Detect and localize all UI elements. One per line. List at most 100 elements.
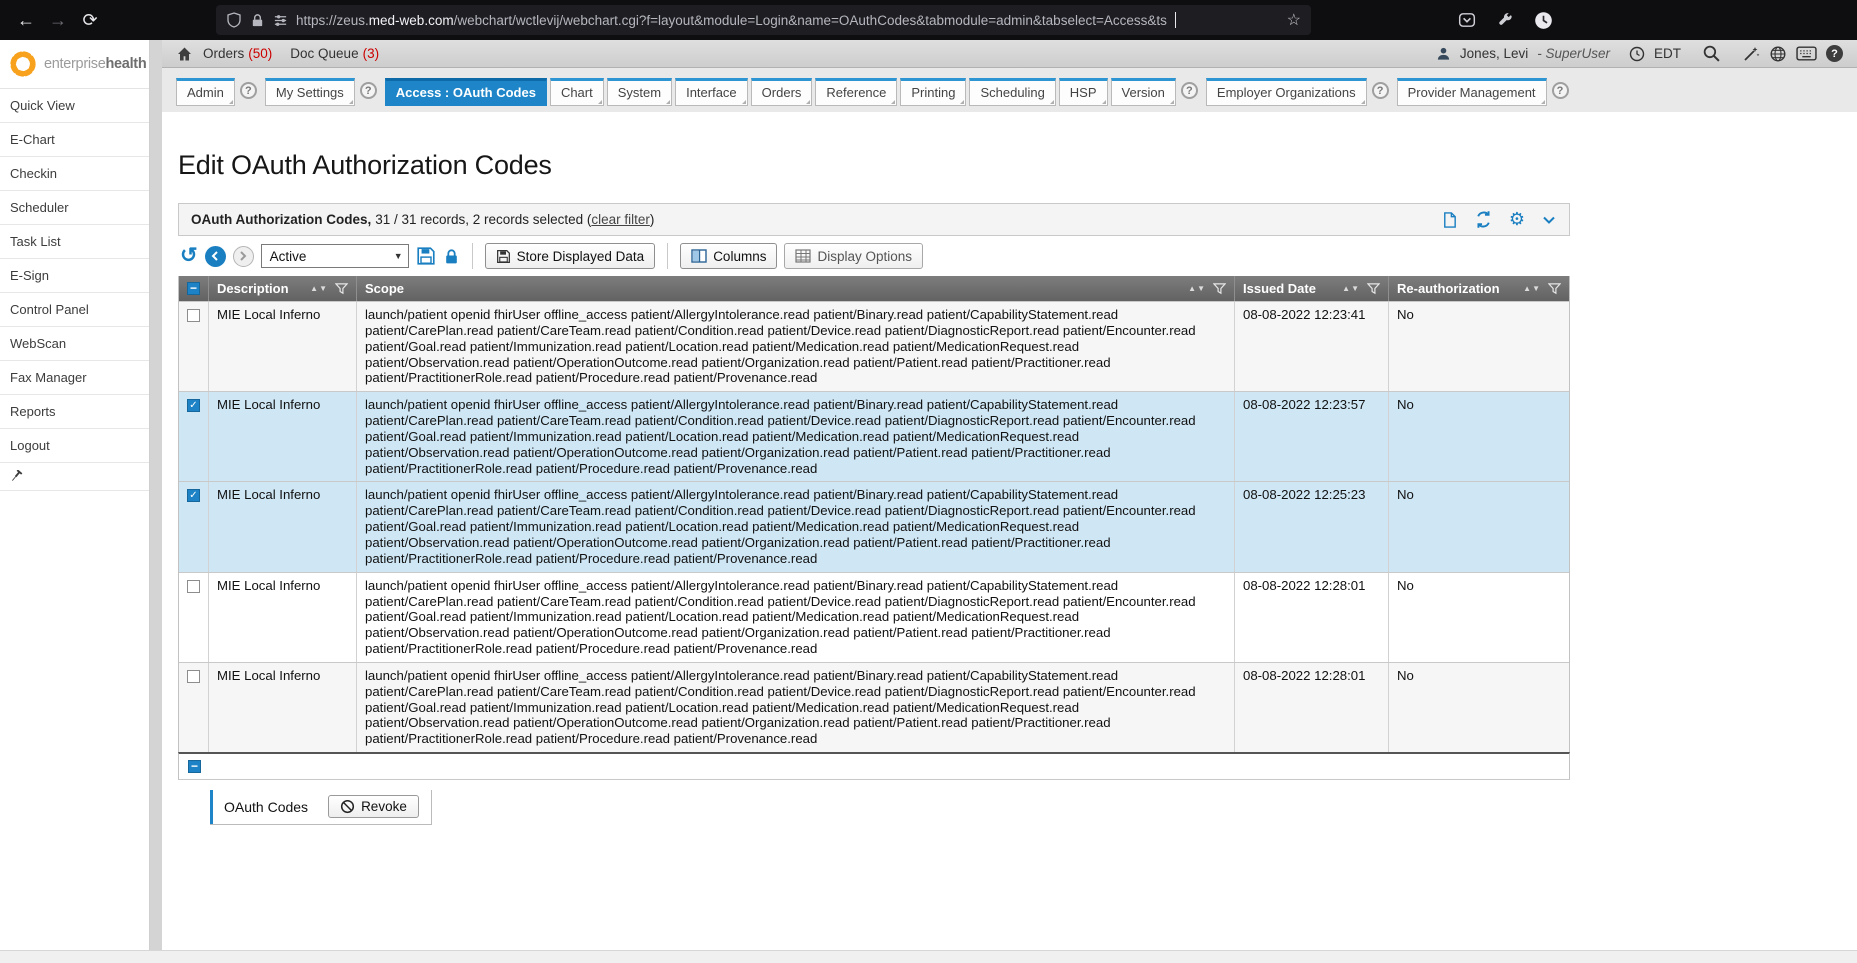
sort-arrows-icon[interactable]: ▲▼ [1188, 284, 1206, 293]
table-row[interactable]: MIE Local Inferno launch/patient openid … [179, 662, 1569, 752]
tab-my-settings[interactable]: My Settings [265, 78, 355, 106]
tab-version[interactable]: Version [1111, 78, 1176, 106]
horizontal-scrollbar[interactable] [0, 950, 1857, 963]
status-filter-select[interactable]: Active ▼ [261, 244, 409, 268]
new-record-icon[interactable] [1441, 211, 1458, 229]
display-options-button[interactable]: Display Options [784, 243, 923, 269]
row-checkbox[interactable] [187, 670, 200, 683]
previous-page-button[interactable] [205, 246, 226, 267]
wand-icon[interactable] [1742, 45, 1760, 63]
table-row[interactable]: MIE Local Inferno launch/patient openid … [179, 301, 1569, 391]
sidebar-item-logout[interactable]: Logout [0, 429, 149, 463]
row-checkbox[interactable]: ✓ [187, 489, 200, 502]
column-header-scope[interactable]: Scope ▲▼ [357, 276, 1235, 301]
filter-funnel-icon[interactable] [1548, 282, 1561, 295]
globe-icon[interactable] [1769, 45, 1787, 63]
tab-interface[interactable]: Interface [675, 78, 748, 106]
column-header-issued-date[interactable]: Issued Date ▲▼ [1235, 276, 1389, 301]
tab-provider-management[interactable]: Provider Management [1397, 78, 1547, 106]
doc-queue-link[interactable]: Doc Queue (3) [290, 46, 379, 61]
doc-queue-label: Doc Queue [290, 46, 358, 61]
table-row[interactable]: ✓ MIE Local Inferno launch/patient openi… [179, 481, 1569, 571]
next-page-button[interactable] [233, 246, 254, 267]
undo-icon[interactable]: ↺ [180, 246, 198, 266]
filter-funnel-icon[interactable] [1213, 282, 1226, 295]
collapse-chevron-icon[interactable] [1541, 212, 1557, 228]
footer-tab-panel: OAuth Codes Revoke [210, 790, 432, 825]
sidebar-item-e-chart[interactable]: E-Chart [0, 123, 149, 157]
row-checkbox[interactable] [187, 309, 200, 322]
history-clock-icon[interactable] [1533, 10, 1553, 30]
scope-cell: launch/patient openid fhirUser offline_a… [357, 302, 1235, 391]
column-header-description[interactable]: Description ▲▼ [209, 276, 357, 301]
row-checkbox[interactable] [187, 580, 200, 593]
table-row[interactable]: MIE Local Inferno launch/patient openid … [179, 572, 1569, 662]
pin-sidebar-button[interactable] [0, 463, 149, 491]
tab-employer-organizations-help-icon[interactable]: ? [1372, 82, 1389, 99]
tab-reference[interactable]: Reference [815, 78, 897, 106]
sort-arrows-icon[interactable]: ▲▼ [1342, 284, 1360, 293]
tab-system[interactable]: System [607, 78, 672, 106]
browser-chrome: ← → ⟳ https://zeus.med-web.com/webchart/… [0, 0, 1857, 40]
table-row[interactable]: ✓ MIE Local Inferno launch/patient openi… [179, 391, 1569, 481]
revoke-button[interactable]: Revoke [328, 795, 419, 818]
clock-icon[interactable] [1629, 46, 1645, 62]
footer-tab-oauth-codes[interactable]: OAuth Codes [210, 790, 322, 824]
sidebar-item-checkin[interactable]: Checkin [0, 157, 149, 191]
sort-arrows-icon[interactable]: ▲▼ [1523, 284, 1541, 293]
bookmark-star-icon[interactable]: ☆ [1287, 10, 1301, 30]
tab-my-settings-help-icon[interactable]: ? [360, 82, 377, 99]
columns-button[interactable]: Columns [680, 243, 777, 269]
grid-summary-bar: OAuth Authorization Codes, 31 / 31 recor… [178, 203, 1570, 236]
clear-filter-link[interactable]: clear filter [591, 212, 650, 227]
save-filter-icon[interactable] [416, 246, 436, 266]
keyboard-icon[interactable] [1796, 46, 1817, 61]
column-header-re-authorization[interactable]: Re-authorization ▲▼ [1389, 276, 1569, 301]
scope-cell: launch/patient openid fhirUser offline_a… [357, 482, 1235, 571]
description-cell: MIE Local Inferno [209, 302, 357, 391]
tab-scheduling[interactable]: Scheduling [969, 78, 1055, 106]
sidebar-item-e-sign[interactable]: E-Sign [0, 259, 149, 293]
select-all-checkbox[interactable]: − [187, 282, 200, 295]
sidebar-item-reports[interactable]: Reports [0, 395, 149, 429]
columns-icon [691, 249, 707, 263]
user-name[interactable]: Jones, Levi [1460, 46, 1528, 61]
row-checkbox[interactable]: ✓ [187, 399, 200, 412]
browser-forward-button[interactable]: → [42, 5, 74, 35]
sidebar-item-scheduler[interactable]: Scheduler [0, 191, 149, 225]
sidebar-item-task-list[interactable]: Task List [0, 225, 149, 259]
tab-chart[interactable]: Chart [550, 78, 604, 106]
filter-funnel-icon[interactable] [335, 282, 348, 295]
browser-back-button[interactable]: ← [10, 5, 42, 35]
pocket-save-icon[interactable] [1457, 10, 1477, 30]
refresh-icon[interactable] [1474, 210, 1493, 229]
sidebar-item-webscan[interactable]: WebScan [0, 327, 149, 361]
tab-hsp[interactable]: HSP [1059, 78, 1108, 106]
sidebar-item-control-panel[interactable]: Control Panel [0, 293, 149, 327]
sidebar-item-quick-view[interactable]: Quick View [0, 89, 149, 123]
tab-provider-management-help-icon[interactable]: ? [1552, 82, 1569, 99]
filter-funnel-icon[interactable] [1367, 282, 1380, 295]
search-icon[interactable] [1702, 44, 1721, 63]
tab-version-help-icon[interactable]: ? [1181, 82, 1198, 99]
store-displayed-data-button[interactable]: Store Displayed Data [485, 243, 656, 269]
tab-printing[interactable]: Printing [900, 78, 966, 106]
wrench-icon[interactable] [1495, 10, 1515, 30]
sort-arrows-icon[interactable]: ▲▼ [310, 284, 328, 293]
orders-link[interactable]: Orders (50) [203, 46, 272, 61]
select-all-checkbox-bottom[interactable]: − [188, 760, 201, 773]
tab-admin-help-icon[interactable]: ? [240, 82, 257, 99]
gear-icon[interactable]: ⚙ [1509, 209, 1525, 230]
app-logo[interactable]: enterprisehealth [0, 40, 149, 89]
sidebar-item-fax-manager[interactable]: Fax Manager [0, 361, 149, 395]
tab-employer-organizations[interactable]: Employer Organizations [1206, 78, 1367, 106]
tab-admin[interactable]: Admin [176, 78, 235, 106]
url-bar[interactable]: https://zeus.med-web.com/webchart/wctlev… [216, 5, 1311, 35]
help-icon[interactable]: ? [1826, 45, 1843, 62]
browser-reload-button[interactable]: ⟳ [74, 5, 106, 35]
doc-queue-count: (3) [363, 46, 380, 61]
lock-filter-icon[interactable] [443, 248, 460, 265]
home-icon[interactable] [176, 46, 193, 62]
tab-access-oauth-codes[interactable]: Access : OAuth Codes [385, 78, 547, 106]
tab-orders[interactable]: Orders [751, 78, 813, 106]
